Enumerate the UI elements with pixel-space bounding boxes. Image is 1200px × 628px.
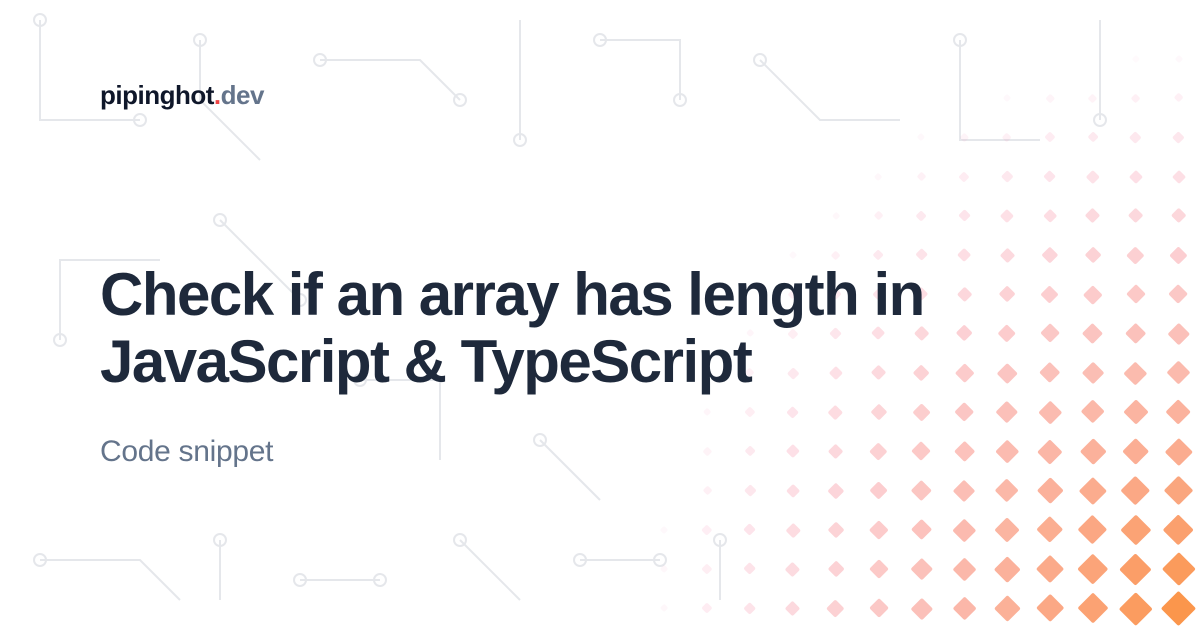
site-logo: pipinghot.dev xyxy=(100,80,1110,111)
logo-name: pipinghot xyxy=(100,80,214,110)
page-title: Check if an array has length in JavaScri… xyxy=(100,261,1060,395)
logo-tld: dev xyxy=(221,80,264,110)
page-subtitle: Code snippet xyxy=(100,435,1110,469)
logo-dot: . xyxy=(214,80,221,110)
card-content: pipinghot.dev Check if an array has leng… xyxy=(0,0,1200,628)
